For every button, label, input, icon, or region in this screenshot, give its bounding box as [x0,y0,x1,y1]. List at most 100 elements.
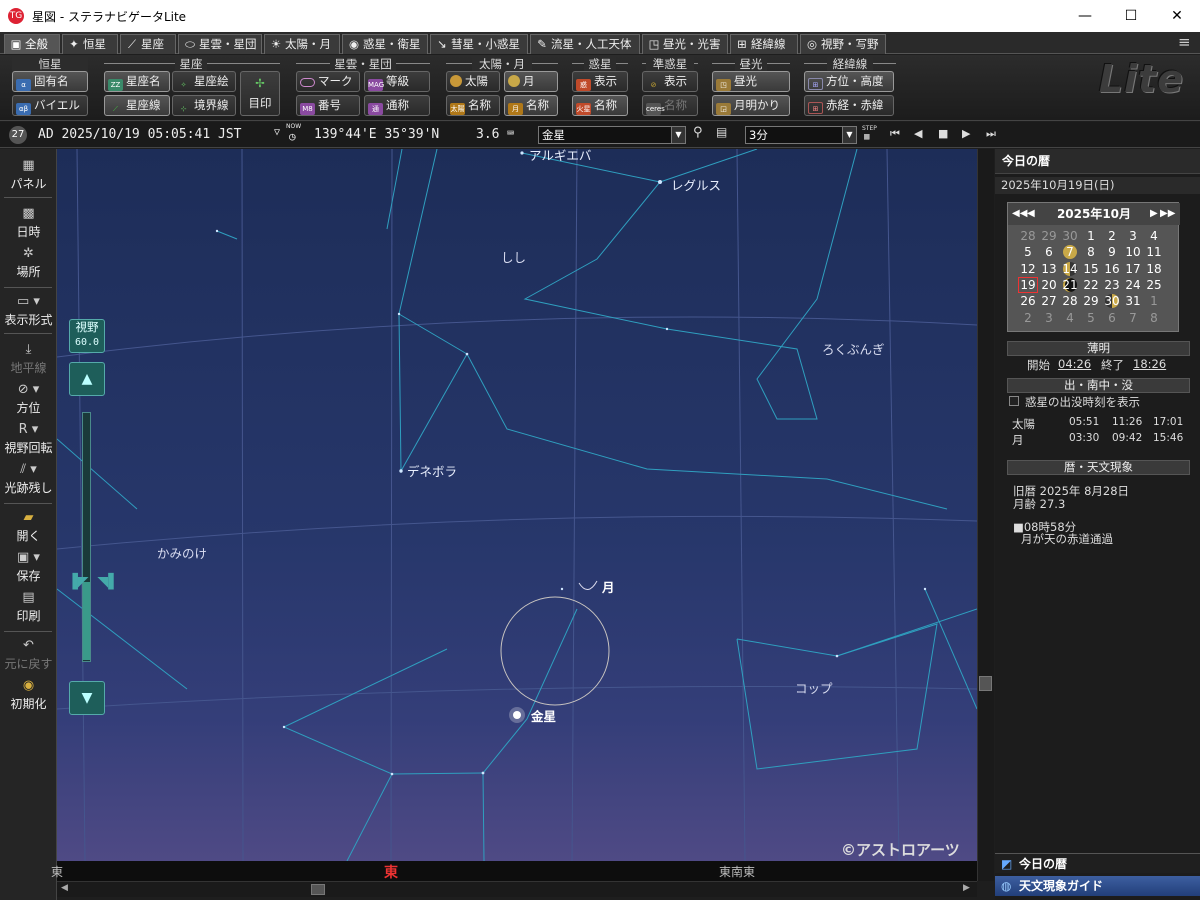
moon-name-button[interactable]: 月名称 [504,95,558,116]
planet-name-button[interactable]: 火星 名称 [572,95,628,116]
planet-rise-checkbox[interactable] [1009,396,1019,406]
calendar-day[interactable]: 1 [1144,293,1164,309]
now-clock-icon[interactable]: ◷ [289,130,296,143]
calendar-day[interactable]: 18 [1144,261,1164,277]
calendar-day[interactable]: 30 [1102,293,1122,309]
calendar-day[interactable]: 19 [1018,276,1038,293]
label-venus[interactable]: 金星 [531,706,556,725]
search-icon[interactable]: ⚲ [693,125,703,140]
label-moon[interactable]: 月 [602,577,615,596]
label-algieba[interactable]: アルギエバ [529,149,591,164]
stop-icon[interactable]: ■ [938,127,948,140]
calendar-day[interactable]: 28 [1018,228,1038,244]
tab-planets[interactable]: ◉ 惑星・衛星 [342,34,428,54]
calendar-day[interactable]: 24 [1123,277,1143,293]
moon-button[interactable]: 月 [504,71,558,92]
zoom-out-button[interactable]: ▼ [69,681,105,715]
label-crater[interactable]: コップ [795,678,833,697]
calendar-day[interactable]: 15 [1081,261,1101,277]
constellation-name-button[interactable]: ZZ 星座名 [104,71,170,92]
horizontal-scrollbar[interactable]: ◀ ▶ [57,881,977,897]
scroll-right-icon[interactable]: ▶ [963,883,970,893]
calendar-day[interactable]: 9 [1102,244,1122,260]
horizontal-scroll-thumb[interactable] [311,884,325,895]
vertical-scrollbar[interactable] [977,149,994,881]
scroll-left-icon[interactable]: ◀ [61,883,68,893]
display-format-button[interactable]: ▭ ▾ 表示形式 [0,293,57,328]
twilight-start[interactable]: 04:26 [1058,357,1091,371]
skip-back-icon[interactable]: ⏮ [890,127,900,141]
calendar-day[interactable]: 4 [1144,228,1164,244]
limiting-magnitude[interactable]: 3.6 [476,127,499,142]
constellation-art-button[interactable]: ✧ 星座絵 [172,71,236,92]
sky-chart[interactable]: アルギエバ レグルス しし ろくぶんぎ デネボラ かみのけ 月 金星 コップ ©… [57,149,977,861]
datetime-display[interactable]: AD 2025/10/19 05:05:41 JST [38,127,242,142]
label-coma[interactable]: かみのけ [157,543,207,562]
calendar-day-icon[interactable]: 27 [9,126,27,144]
calendar-day[interactable]: 12 [1018,261,1038,277]
mejirushi-button[interactable]: ✢ 目印 [240,71,280,116]
calendar-day[interactable]: 20 [1039,277,1059,293]
chevron-down-icon[interactable]: ▼ [671,127,685,143]
calendar-day[interactable]: 25 [1144,277,1164,293]
undo-button[interactable]: ↶ 元に戻す [0,637,57,672]
calendar-day[interactable]: 4 [1060,310,1080,326]
fov-indicator[interactable]: 視野 60.0 [69,319,105,353]
tab-general[interactable]: ▣ 全般 [4,34,60,54]
calendar-day[interactable]: 31 [1123,293,1143,309]
moonlight-button[interactable]: ◲ 月明かり [712,95,790,116]
object-search-combo[interactable]: 金星 ▼ [538,126,686,144]
calendar-day[interactable]: 8 [1144,310,1164,326]
tab-meteors[interactable]: ✎ 流星・人工天体 [530,34,640,54]
constellation-line-button[interactable]: ⟋ 星座線 [104,95,170,116]
calendar-day[interactable]: 30 [1060,228,1080,244]
moon-crescent-icon[interactable] [578,580,598,590]
calendar-day[interactable]: 27 [1039,293,1059,309]
calendar-day[interactable]: 2 [1018,310,1038,326]
label-denebola[interactable]: デネボラ [407,461,457,480]
calendar-day[interactable]: 5 [1018,244,1038,260]
label-regulus[interactable]: レグルス [671,175,721,194]
sun-name-button[interactable]: 太陽 名称 [446,95,500,116]
bayer-button[interactable]: αβ バイエル [12,95,88,116]
magnitude-button[interactable]: MAG 等級 [364,71,430,92]
calendar-day[interactable]: 22 [1081,277,1101,293]
calendar-day[interactable]: 23 [1102,277,1122,293]
boundary-button[interactable]: ⊹ 境界線 [172,95,236,116]
direction-button[interactable]: ⊘ ▾ 方位 [0,381,57,416]
calendar-day[interactable]: 17 [1123,261,1143,277]
print-button[interactable]: ▤ 印刷 [0,589,57,624]
next-month-icon[interactable]: ▶ [1150,203,1158,225]
calendar-day[interactable]: 13 [1039,261,1059,277]
panel-button[interactable]: ▦ パネル [0,157,57,192]
open-button[interactable]: ▰ 開く [0,509,57,544]
keyboard-icon[interactable]: ⌨ [507,126,514,140]
calendar-day[interactable]: 3 [1123,228,1143,244]
today-almanac-tab[interactable]: ◩ 今日の暦 [995,853,1200,873]
vertical-scroll-thumb[interactable] [979,676,992,691]
calendar-day[interactable]: 28 [1060,293,1080,309]
daylight-button[interactable]: ◳ 昼光 [712,71,790,92]
menu-icon[interactable]: ≡ [1178,33,1191,51]
rotate-view-button[interactable]: R ▾ 視野回転 [0,421,57,456]
now-label[interactable]: NOW [286,123,301,130]
altaz-button[interactable]: ⊞ 方位・高度 [804,71,894,92]
zoom-in-button[interactable]: ▲ [69,362,105,396]
tab-nebulae[interactable]: ⬭ 星雲・星団 [178,34,262,54]
proper-name-button[interactable]: α 固有名 [12,71,88,92]
step-forward-icon[interactable]: ▶ [962,127,970,140]
dwarf-name-button[interactable]: ceres名称 [642,95,698,116]
prev-year-icon[interactable]: ◀◀ [1012,203,1027,225]
step-icon[interactable]: ▦ [864,132,869,142]
calendar-day[interactable]: 10 [1123,244,1143,260]
calendar-day[interactable]: 11 [1144,244,1164,260]
next-year-icon[interactable]: ▶▶ [1160,203,1175,225]
planet-show-button[interactable]: 惑表示 [572,71,628,92]
tab-daylight[interactable]: ◳ 昼光・光害 [642,34,728,54]
skip-forward-icon[interactable]: ⏭ [986,127,996,141]
tab-field-of-view[interactable]: ◎ 視野・写野 [800,34,886,54]
calendar-day[interactable]: 14 [1060,261,1080,277]
save-button[interactable]: ▣ ▾ 保存 [0,549,57,584]
common-name-button[interactable]: 通通称 [364,95,430,116]
step-label[interactable]: STEP [862,125,877,132]
